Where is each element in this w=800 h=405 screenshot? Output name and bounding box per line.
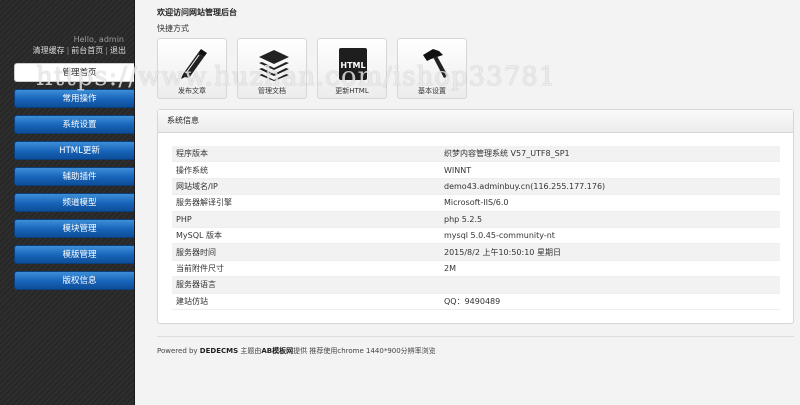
logout-link[interactable]: 退出 <box>110 46 126 55</box>
greeting-text: Hello, admin <box>73 35 124 44</box>
pencil-icon <box>181 49 207 79</box>
info-value: 2015/8/2 上午10:50:10 星期日 <box>440 243 780 261</box>
sidebar: Hello, admin 清理缓存 | 前台首页 | 退出 管理首页 常用操作 系统设置… <box>0 0 135 405</box>
quick-button-label: 发布文章 <box>178 87 206 95</box>
info-value: 2M <box>440 260 780 278</box>
table-row: 服务器语言 <box>172 276 780 294</box>
publish-article-button[interactable]: 发布文章 <box>157 38 227 99</box>
footer-brand-link[interactable]: DEDECMS <box>200 347 238 355</box>
table-row: MySQL 版本 mysql 5.0.45-community-nt <box>172 227 780 245</box>
info-value: QQ：9490489 <box>440 293 780 310</box>
html-file-icon: HTML <box>339 48 367 80</box>
hammer-icon <box>423 49 448 78</box>
basic-settings-button[interactable]: 基本设置 <box>397 38 467 99</box>
system-info-panel: 系统信息 程序版本 织梦内容管理系统 V57_UTF8_SP1 操作系统 WINNT… <box>157 109 794 324</box>
table-row: 当前附件尺寸 2M <box>172 260 780 278</box>
manage-docs-button[interactable]: 管理文档 <box>237 38 307 99</box>
sidebar-item-copyright[interactable]: 版权信息 <box>14 271 134 290</box>
info-key: 建站仿站 <box>172 293 440 310</box>
footer-prefix: Powered by <box>157 347 200 355</box>
sidebar-item-modules[interactable]: 模块管理 <box>14 219 134 238</box>
info-value: php 5.2.5 <box>440 211 780 228</box>
sidebar-item-templates[interactable]: 模版管理 <box>14 245 134 264</box>
sidebar-item-html-update[interactable]: HTML更新 <box>14 141 134 160</box>
info-value: mysql 5.0.45-community-nt <box>440 227 780 245</box>
info-value: Microsoft-IIS/6.0 <box>440 194 780 212</box>
system-info-table: 程序版本 织梦内容管理系统 V57_UTF8_SP1 操作系统 WINNT 网站域名… <box>172 146 780 310</box>
sidebar-item-channel-model[interactable]: 频道模型 <box>14 193 134 212</box>
info-key: 服务器解译引擎 <box>172 194 440 212</box>
table-row: PHP php 5.2.5 <box>172 211 780 228</box>
link-separator: | <box>66 46 70 55</box>
info-value: demo43.adminbuy.cn(116.255.177.176) <box>440 178 780 196</box>
info-key: PHP <box>172 211 440 228</box>
table-row: 建站仿站 QQ：9490489 <box>172 293 780 310</box>
footer-suffix: 提供 推荐使用chrome 1440*900分辨率浏览 <box>293 347 436 355</box>
quick-button-label: 更新HTML <box>335 87 369 95</box>
info-key: 当前附件尺寸 <box>172 260 440 278</box>
info-key: 网站域名/IP <box>172 178 440 196</box>
table-row: 操作系统 WINNT <box>172 161 780 179</box>
footer: Powered by DEDECMS 主题由AB模板网提供 推荐使用chrome… <box>157 346 436 356</box>
quick-button-label: 管理文档 <box>258 87 286 95</box>
footer-divider <box>157 336 794 337</box>
html-icon-text: HTML <box>340 61 365 70</box>
table-row: 服务器解译引擎 Microsoft-IIS/6.0 <box>172 194 780 212</box>
info-key: MySQL 版本 <box>172 227 440 245</box>
panel-title: 系统信息 <box>158 110 793 133</box>
info-value <box>440 276 780 294</box>
sidebar-menu: 管理首页 常用操作 系统设置 HTML更新 辅助插件 频道模型 模块管理 模版管… <box>14 63 134 297</box>
info-value: WINNT <box>440 161 780 179</box>
footer-middle: 主题由 <box>238 347 262 355</box>
sidebar-item-settings[interactable]: 系统设置 <box>14 115 134 134</box>
quick-button-label: 基本设置 <box>418 87 446 95</box>
sidebar-item-plugins[interactable]: 辅助插件 <box>14 167 134 186</box>
table-row: 网站域名/IP demo43.adminbuy.cn(116.255.177.17… <box>172 178 780 196</box>
update-html-button[interactable]: HTML 更新HTML <box>317 38 387 99</box>
info-value: 织梦内容管理系统 V57_UTF8_SP1 <box>440 146 780 163</box>
info-key: 服务器时间 <box>172 243 440 261</box>
quick-links-title: 快捷方式 <box>157 24 189 33</box>
frontpage-link[interactable]: 前台首页 <box>71 46 103 55</box>
page-title: 欢迎访问网站管理后台 <box>157 8 237 17</box>
stack-icon <box>259 50 289 81</box>
main-content: 欢迎访问网站管理后台 快捷方式 发布文章 管理文档 HTML 更新HTML 基本… <box>135 0 800 405</box>
user-links: 清理缓存 | 前台首页 | 退出 <box>33 45 126 56</box>
sidebar-item-home[interactable]: 管理首页 <box>14 63 134 82</box>
link-separator: | <box>105 46 108 55</box>
clear-cache-link[interactable]: 清理缓存 <box>33 46 65 55</box>
footer-theme-link[interactable]: AB模板网 <box>261 347 293 355</box>
info-key: 服务器语言 <box>172 276 440 294</box>
table-row: 程序版本 织梦内容管理系统 V57_UTF8_SP1 <box>172 146 780 163</box>
info-key: 程序版本 <box>172 146 440 163</box>
info-key: 操作系统 <box>172 161 440 179</box>
table-row: 服务器时间 2015/8/2 上午10:50:10 星期日 <box>172 243 780 261</box>
sidebar-item-common[interactable]: 常用操作 <box>14 89 134 108</box>
